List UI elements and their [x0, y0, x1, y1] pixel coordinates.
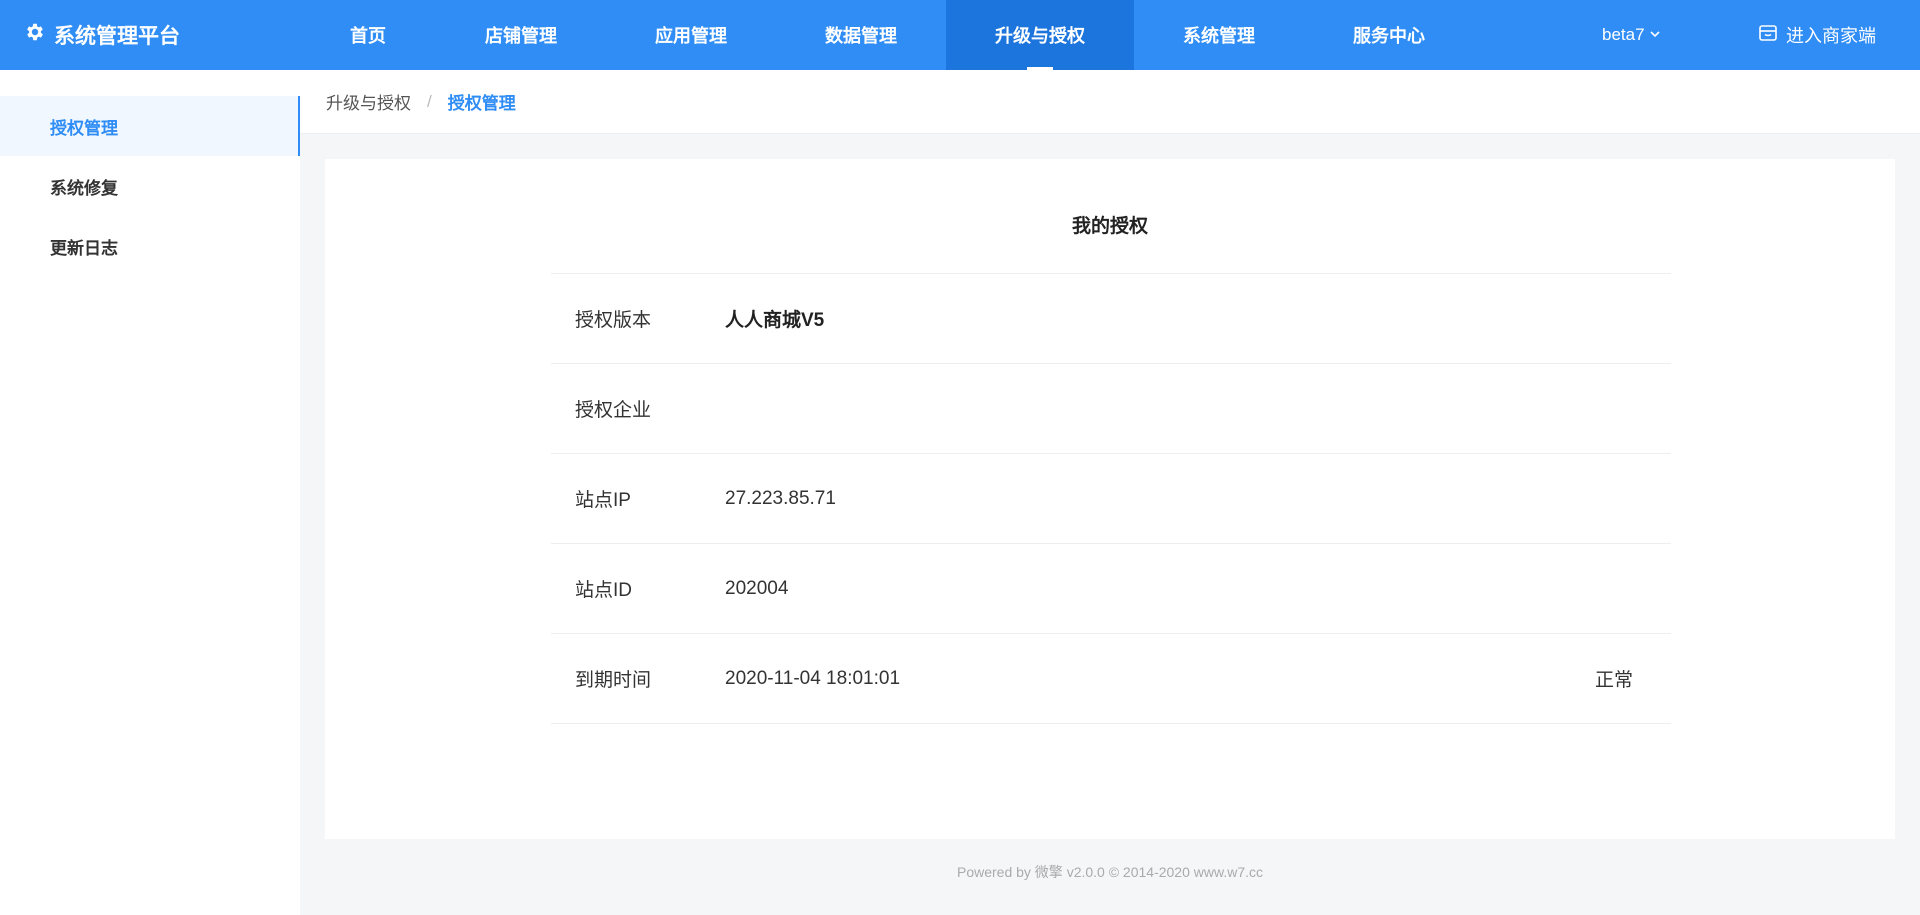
breadcrumb: 升级与授权 / 授权管理	[300, 70, 1920, 134]
brand[interactable]: 系统管理平台	[24, 0, 180, 70]
footer: Powered by 微擎 v2.0.0 © 2014-2020 www.w7.…	[956, 864, 1264, 880]
version-label: beta7	[1602, 25, 1645, 44]
info-value: 人人商城V5	[725, 310, 825, 331]
nav-item-store[interactable]: 店铺管理	[436, 0, 606, 70]
merchant-link-label: 进入商家端	[1786, 26, 1876, 46]
nav-item-label: 系统管理	[1183, 26, 1255, 46]
info-value: 202004	[725, 577, 789, 599]
sidebar-item-label: 授权管理	[50, 118, 118, 138]
merchant-link[interactable]: 进入商家端	[1758, 0, 1876, 70]
sidebar-item-label: 系统修复	[50, 178, 118, 198]
main-nav: 首页 店铺管理 应用管理 数据管理 升级与授权 系统管理 服务中心	[300, 0, 1474, 70]
info-label: 站点ID	[575, 580, 633, 601]
sidebar-item-repair[interactable]: 系统修复	[0, 156, 300, 216]
sidebar-item-license[interactable]: 授权管理	[0, 96, 300, 156]
info-label: 到期时间	[575, 670, 652, 691]
breadcrumb-separator: /	[427, 91, 432, 111]
info-row-site-id: 站点ID 202004	[551, 544, 1671, 634]
info-row-expiry: 到期时间 2020-11-04 18:01:01 正常	[551, 634, 1671, 724]
page-title: 我的授权	[1071, 216, 1148, 237]
nav-item-service[interactable]: 服务中心	[1304, 0, 1474, 70]
gear-icon	[24, 21, 46, 49]
app-title: 系统管理平台	[54, 25, 180, 48]
chevron-down-icon	[1649, 25, 1661, 45]
sidebar-item-label: 更新日志	[50, 238, 118, 258]
nav-item-label: 升级与授权	[995, 26, 1085, 46]
info-row-version: 授权版本 人人商城V5	[551, 274, 1671, 364]
info-label: 授权版本	[575, 310, 652, 331]
store-icon	[1758, 23, 1778, 48]
info-row-ip: 站点IP 27.223.85.71	[551, 454, 1671, 544]
info-row-company: 授权企业	[551, 364, 1671, 454]
version-dropdown[interactable]: beta7	[1602, 0, 1661, 70]
nav-item-home[interactable]: 首页	[300, 0, 436, 70]
nav-item-apps[interactable]: 应用管理	[606, 0, 776, 70]
sidebar: 授权管理 系统修复 更新日志	[0, 70, 300, 915]
license-card: 我的授权 授权版本 人人商城V5 授权企业 站点IP 27.223.85.71 …	[325, 159, 1895, 839]
nav-item-label: 首页	[350, 26, 386, 46]
nav-item-system[interactable]: 系统管理	[1134, 0, 1304, 70]
info-value: 2020-11-04 18:01:01	[725, 667, 901, 689]
status-badge: 正常	[1594, 670, 1633, 691]
info-label: 站点IP	[575, 490, 631, 511]
nav-item-data[interactable]: 数据管理	[776, 0, 946, 70]
info-value: 27.223.85.71	[725, 487, 836, 509]
info-label: 授权企业	[575, 400, 652, 421]
nav-item-label: 服务中心	[1353, 26, 1425, 46]
nav-item-upgrade[interactable]: 升级与授权	[946, 0, 1134, 70]
nav-item-label: 店铺管理	[485, 26, 557, 46]
license-info-table: 授权版本 人人商城V5 授权企业 站点IP 27.223.85.71 站点ID …	[551, 273, 1671, 724]
top-navbar: 系统管理平台 首页 店铺管理 应用管理 数据管理 升级与授权 系统管理 服务中心…	[0, 0, 1920, 70]
breadcrumb-parent[interactable]: 升级与授权	[326, 89, 411, 114]
sidebar-item-changelog[interactable]: 更新日志	[0, 216, 300, 276]
nav-item-label: 数据管理	[825, 26, 897, 46]
breadcrumb-current: 授权管理	[447, 94, 516, 113]
nav-item-label: 应用管理	[655, 26, 727, 46]
